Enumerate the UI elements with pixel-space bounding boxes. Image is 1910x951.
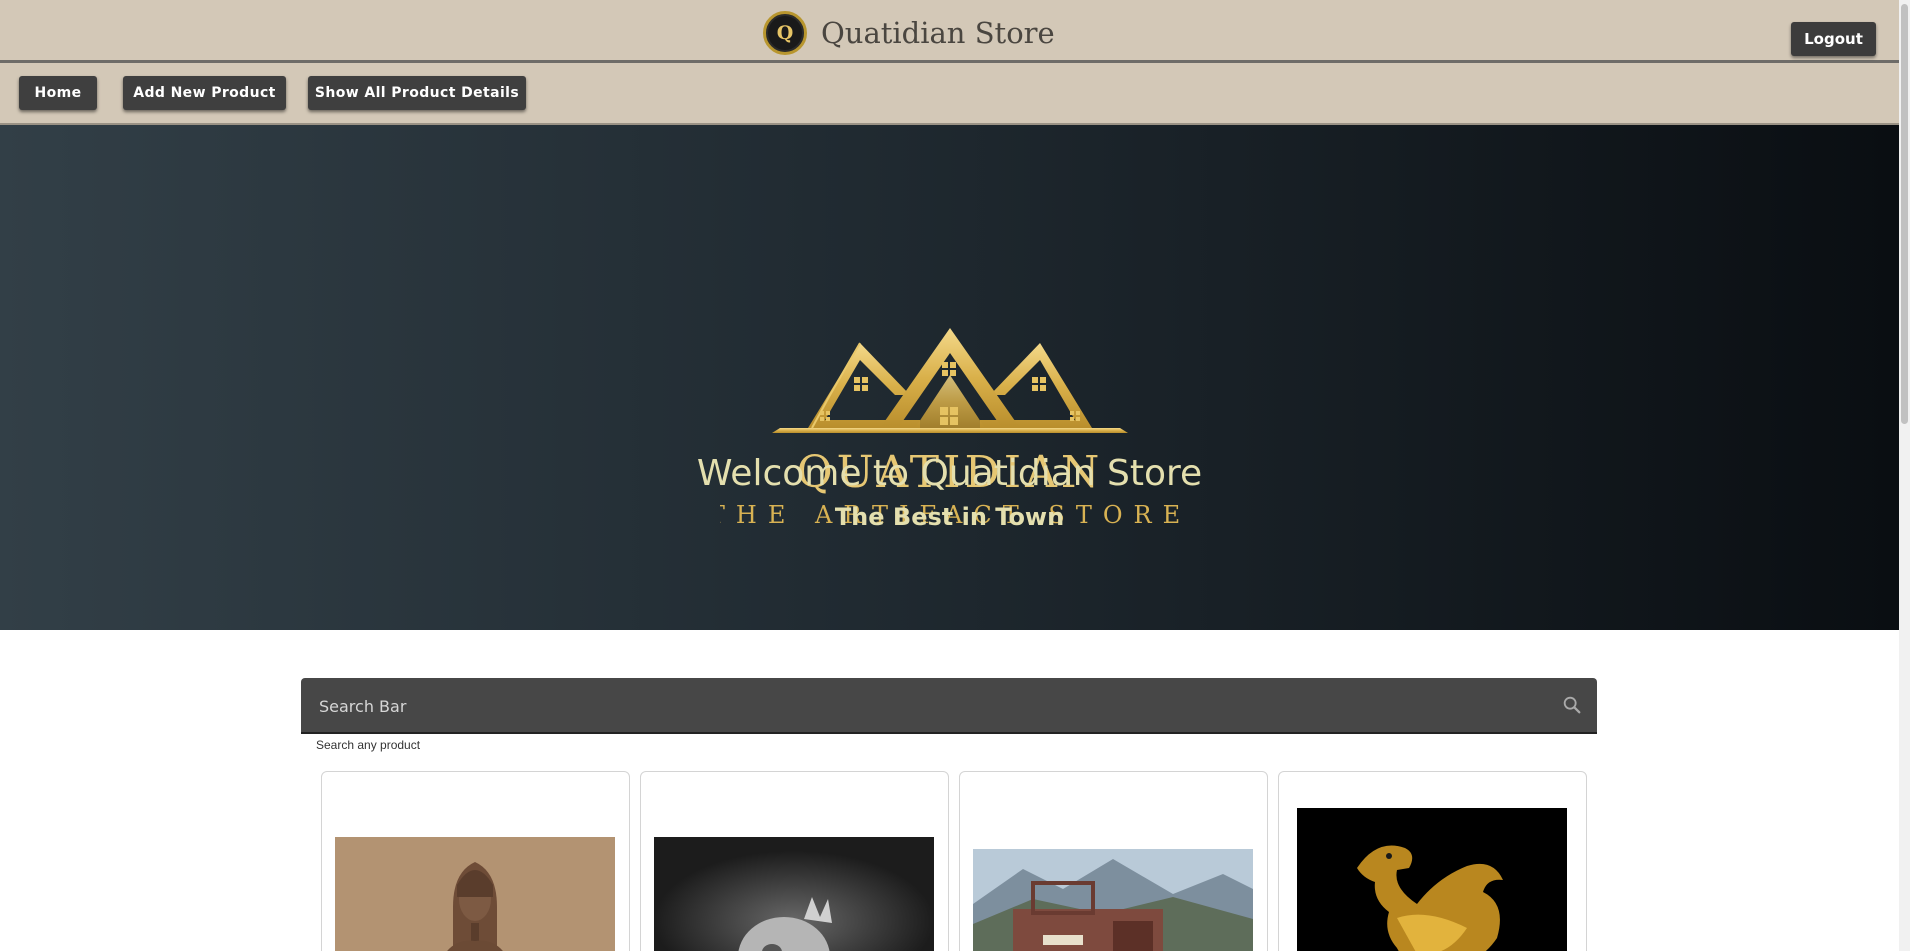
product-card[interactable]	[959, 771, 1268, 951]
search-bar	[301, 678, 1597, 734]
nav-home-button[interactable]: Home	[19, 76, 97, 110]
golden-griffin-ewer-image	[1297, 808, 1567, 951]
hero-subtitle: The Best in Town	[834, 503, 1065, 531]
pharaoh-statue-image	[335, 837, 615, 951]
brand[interactable]: Q Quatidian Store	[763, 11, 1055, 55]
stone-skull-bw-image	[654, 837, 934, 951]
hero-banner: QUATIDIAN THE ARTIFACT STORE Welcome to …	[0, 125, 1899, 630]
brand-logo-icon: Q	[763, 11, 807, 55]
search-helper-text: Search any product	[316, 738, 421, 752]
nav-show-all-products-button[interactable]: Show All Product Details	[308, 76, 526, 110]
nav-add-product-button[interactable]: Add New Product	[123, 76, 286, 110]
search-input[interactable]	[317, 678, 1541, 734]
nav-bar: Home Add New Product Show All Product De…	[0, 63, 1899, 125]
vintage-truck-image	[973, 849, 1253, 951]
window-scrollbar[interactable]	[1899, 0, 1910, 951]
product-card[interactable]	[640, 771, 949, 951]
brand-logo-letter: Q	[776, 22, 794, 44]
search-icon[interactable]	[1561, 694, 1583, 716]
logout-button[interactable]: Logout	[1791, 22, 1876, 56]
app-viewport: Q Quatidian Store Logout Home Add New Pr…	[0, 0, 1899, 951]
hero-title: Welcome to Quatidian Store	[696, 453, 1203, 494]
product-card[interactable]	[1278, 771, 1587, 951]
scrollbar-thumb[interactable]	[1901, 4, 1908, 424]
brand-title: Quatidian Store	[821, 16, 1055, 50]
product-card[interactable]	[321, 771, 630, 951]
top-header: Q Quatidian Store Logout	[0, 0, 1899, 63]
